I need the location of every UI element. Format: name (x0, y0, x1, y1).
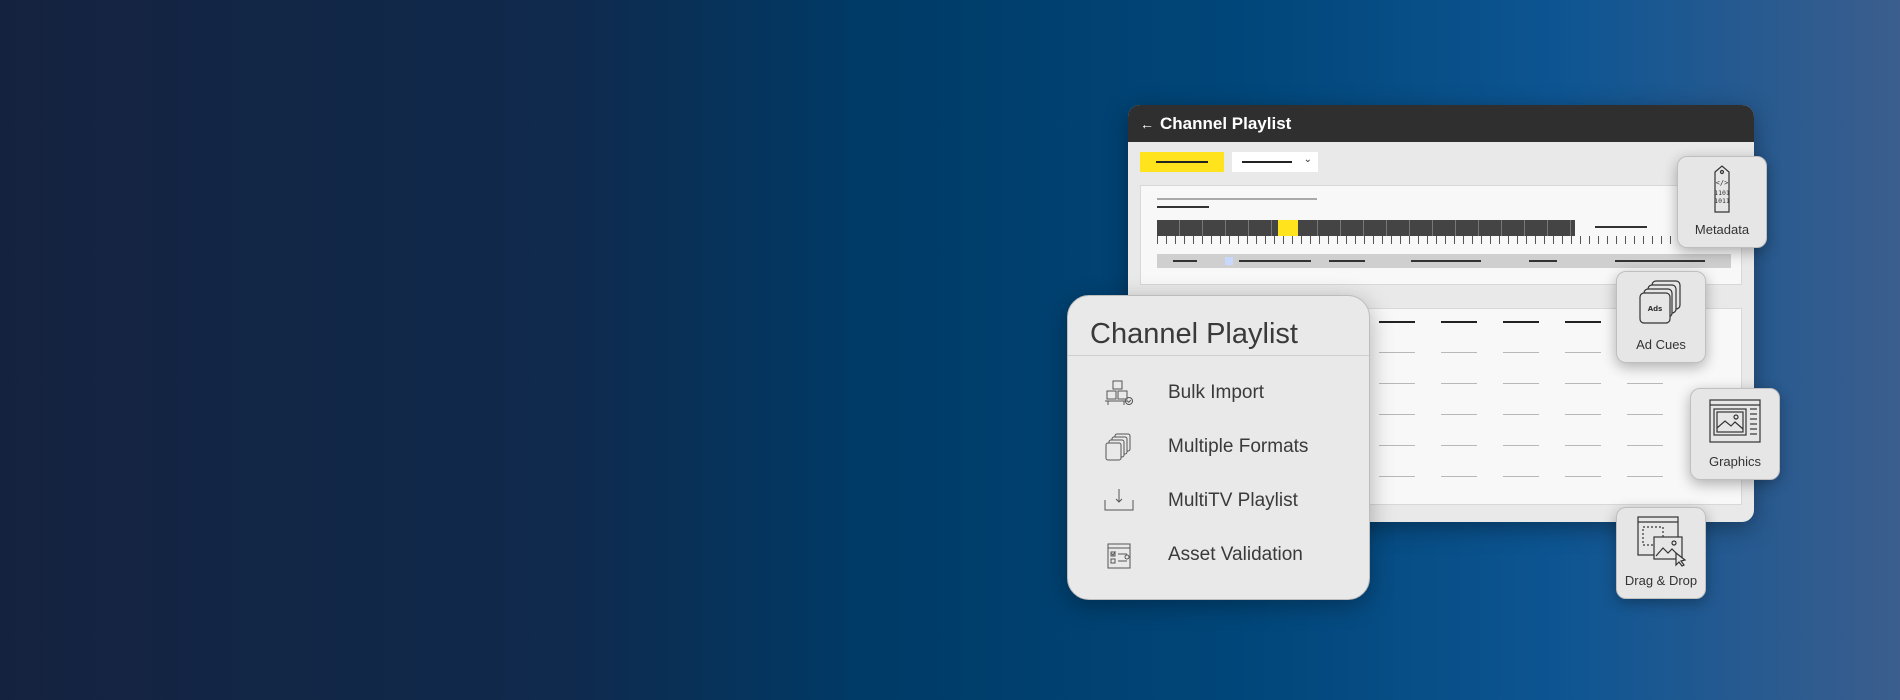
timeline-track[interactable] (1157, 220, 1575, 236)
toolbar: ⌄ (1140, 152, 1318, 172)
table-cell (1503, 414, 1539, 415)
table-cell (1627, 445, 1663, 446)
code-tag-icon: </> 1101 1011 (1714, 165, 1730, 213)
drag-drop-badge: Drag & Drop (1616, 507, 1706, 599)
timeline-ruler (1157, 236, 1731, 244)
table-cell (1503, 476, 1539, 477)
table-cell (1441, 476, 1477, 477)
metadata-badge: </> 1101 1011 Metadata (1677, 156, 1767, 248)
table-cell (1565, 352, 1601, 353)
app-titlebar: ← Channel Playlist (1128, 105, 1754, 142)
graphics-badge: Graphics (1690, 388, 1780, 480)
feature-item-multitv-playlist: MultiTV Playlist (1068, 474, 1369, 528)
table-cell (1379, 352, 1415, 353)
stacked-layers-icon (1105, 433, 1131, 461)
timeline-heading-placeholder (1157, 198, 1317, 200)
svg-text:</>: </> (1716, 179, 1729, 187)
arrow-left-icon[interactable]: ← (1140, 116, 1154, 132)
chevron-down-icon: ⌄ (1303, 154, 1312, 165)
badge-label: Graphics (1708, 454, 1762, 469)
table-column-header (1441, 321, 1477, 323)
feature-label: MultiTV Playlist (1168, 490, 1298, 511)
table-cell (1379, 383, 1415, 384)
app-window-title: Channel Playlist (1160, 113, 1292, 133)
table-cell (1379, 445, 1415, 446)
timeline-time-placeholder (1595, 226, 1647, 228)
feature-item-asset-validation: Asset Validation (1068, 528, 1369, 582)
ad-cues-badge: Ads Ad Cues (1616, 271, 1706, 363)
timeline-subheading-placeholder (1157, 206, 1209, 208)
feature-item-multiple-formats: Multiple Formats (1068, 420, 1369, 474)
table-cell (1627, 414, 1663, 415)
feature-label: Asset Validation (1168, 544, 1303, 565)
table-cell (1441, 383, 1477, 384)
table-cell (1565, 414, 1601, 415)
download-tray-icon (1104, 489, 1134, 511)
timeline-info-row (1157, 254, 1731, 268)
feature-item-bulk-import: Bulk Import (1068, 366, 1369, 420)
filter-dropdown[interactable]: ⌄ (1232, 152, 1318, 172)
table-cell (1379, 414, 1415, 415)
image-window-icon (1709, 399, 1761, 443)
table-column-header (1503, 321, 1539, 323)
badge-label: Drag & Drop (1624, 573, 1698, 588)
feature-card: Channel Playlist Bulk Import Multiple Fo… (1067, 295, 1370, 600)
table-cell (1441, 414, 1477, 415)
table-cell (1627, 476, 1663, 477)
drag-image-cursor-icon (1637, 516, 1687, 567)
table-cell (1627, 383, 1663, 384)
svg-text:1101: 1101 (1714, 189, 1730, 197)
boxes-icon (1105, 380, 1133, 405)
table-cell (1441, 352, 1477, 353)
feature-list: Bulk Import Multiple Formats MultiTV Pla… (1068, 356, 1369, 582)
timeline-selected-segment[interactable] (1278, 220, 1298, 236)
checklist-document-icon (1107, 543, 1131, 569)
feature-label: Multiple Formats (1168, 436, 1309, 457)
table-cell (1503, 383, 1539, 384)
table-column-header (1565, 321, 1601, 323)
table-cell (1565, 383, 1601, 384)
ads-stack-icon: Ads (1639, 280, 1681, 324)
svg-text:1011: 1011 (1714, 197, 1730, 205)
table-column-header (1379, 321, 1415, 323)
table-cell (1565, 445, 1601, 446)
table-cell (1565, 476, 1601, 477)
feature-label: Bulk Import (1168, 382, 1265, 403)
ads-icon-text: Ads (1648, 305, 1663, 313)
table-cell (1441, 445, 1477, 446)
badge-label: Metadata (1694, 222, 1750, 237)
table-cell (1379, 476, 1415, 477)
feature-card-title: Channel Playlist (1068, 296, 1369, 356)
table-cell (1503, 352, 1539, 353)
table-cell (1503, 445, 1539, 446)
badge-label: Ad Cues (1636, 337, 1686, 352)
timeline-panel (1140, 185, 1742, 285)
primary-action-button[interactable] (1140, 152, 1224, 172)
